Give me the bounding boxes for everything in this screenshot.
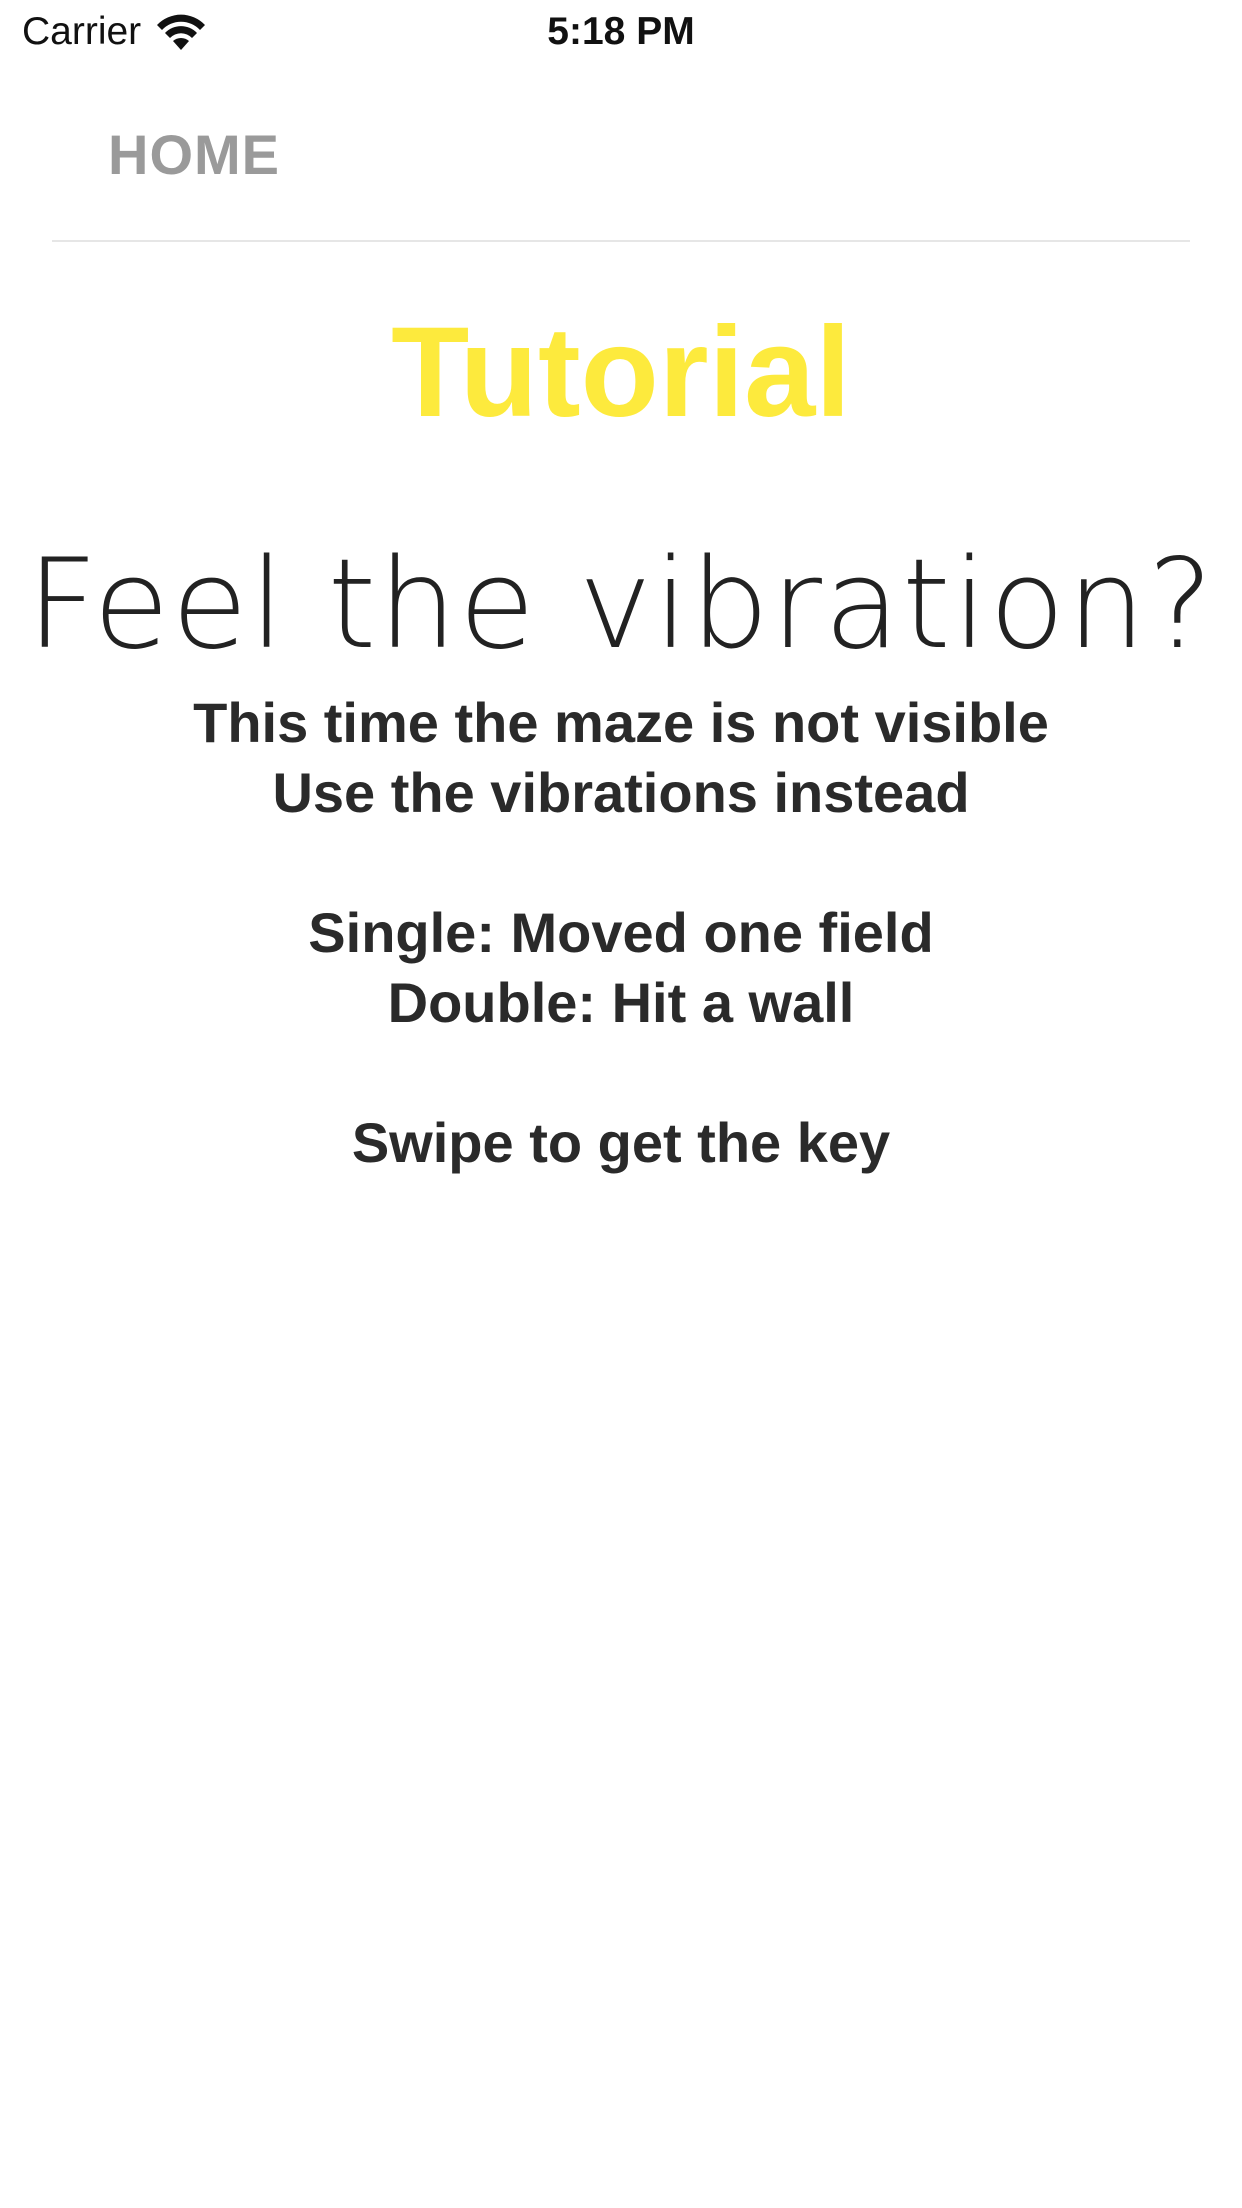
instruction-line: Swipe to get the key <box>351 1111 891 1174</box>
status-time: 5:18 PM <box>547 10 695 53</box>
headline: Feel the vibration? <box>26 533 1216 677</box>
instruction-line: Single: Moved one field <box>308 901 934 964</box>
instruction-line: Use the vibrations instead <box>272 761 970 824</box>
instruction-line: This time the maze is not visible <box>193 691 1049 754</box>
navigation-bar: HOME <box>0 66 1242 242</box>
instruction-line: Double: Hit a wall <box>387 971 855 1034</box>
home-button[interactable]: HOME <box>108 122 280 187</box>
status-bar: Carrier 5:18 PM <box>0 0 1242 66</box>
page-title: Tutorial <box>391 301 851 444</box>
divider <box>52 240 1190 242</box>
